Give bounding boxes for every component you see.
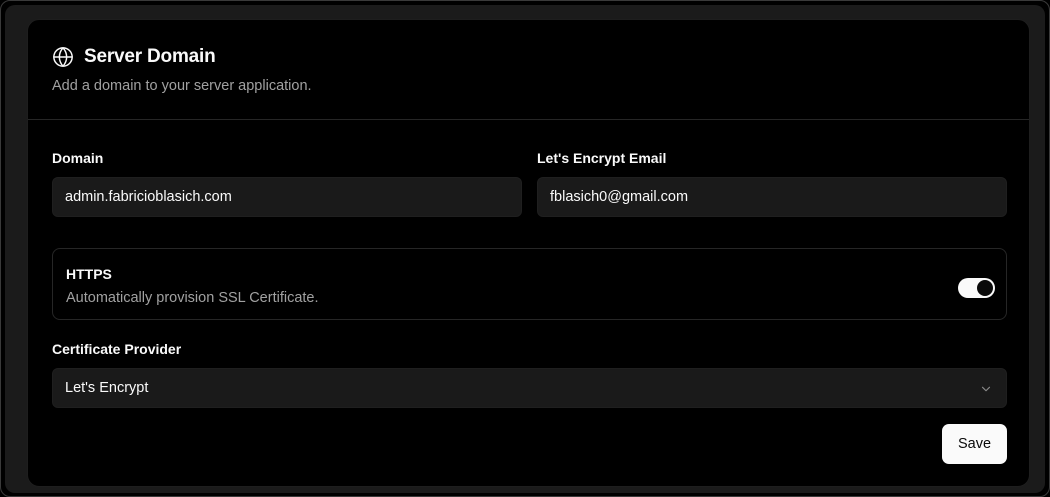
https-description: Automatically provision SSL Certificate.	[66, 290, 319, 306]
email-label: Let's Encrypt Email	[537, 150, 667, 166]
server-domain-card: Server Domain Add a domain to your serve…	[27, 19, 1030, 487]
globe-icon	[52, 46, 74, 68]
page-background: Server Domain Add a domain to your serve…	[5, 5, 1045, 493]
app-window: Server Domain Add a domain to your serve…	[0, 0, 1050, 497]
domain-input[interactable]	[52, 177, 522, 217]
card-title: Server Domain	[84, 46, 216, 67]
card-header: Server Domain Add a domain to your serve…	[28, 20, 1029, 120]
chevron-down-icon	[979, 382, 993, 396]
save-button[interactable]: Save	[942, 424, 1007, 464]
title-row: Server Domain	[52, 44, 216, 70]
toggle-knob	[977, 280, 993, 296]
email-input[interactable]	[537, 177, 1007, 217]
certificate-provider-label: Certificate Provider	[52, 341, 182, 357]
https-setting: HTTPS Automatically provision SSL Certif…	[52, 248, 1007, 320]
certificate-provider-select[interactable]: Let's Encrypt	[52, 368, 1007, 408]
https-title: HTTPS	[66, 266, 112, 282]
domain-label: Domain	[52, 150, 104, 166]
card-subtitle: Add a domain to your server application.	[52, 78, 312, 94]
certificate-provider-value: Let's Encrypt	[65, 380, 149, 396]
https-toggle[interactable]	[958, 278, 995, 298]
